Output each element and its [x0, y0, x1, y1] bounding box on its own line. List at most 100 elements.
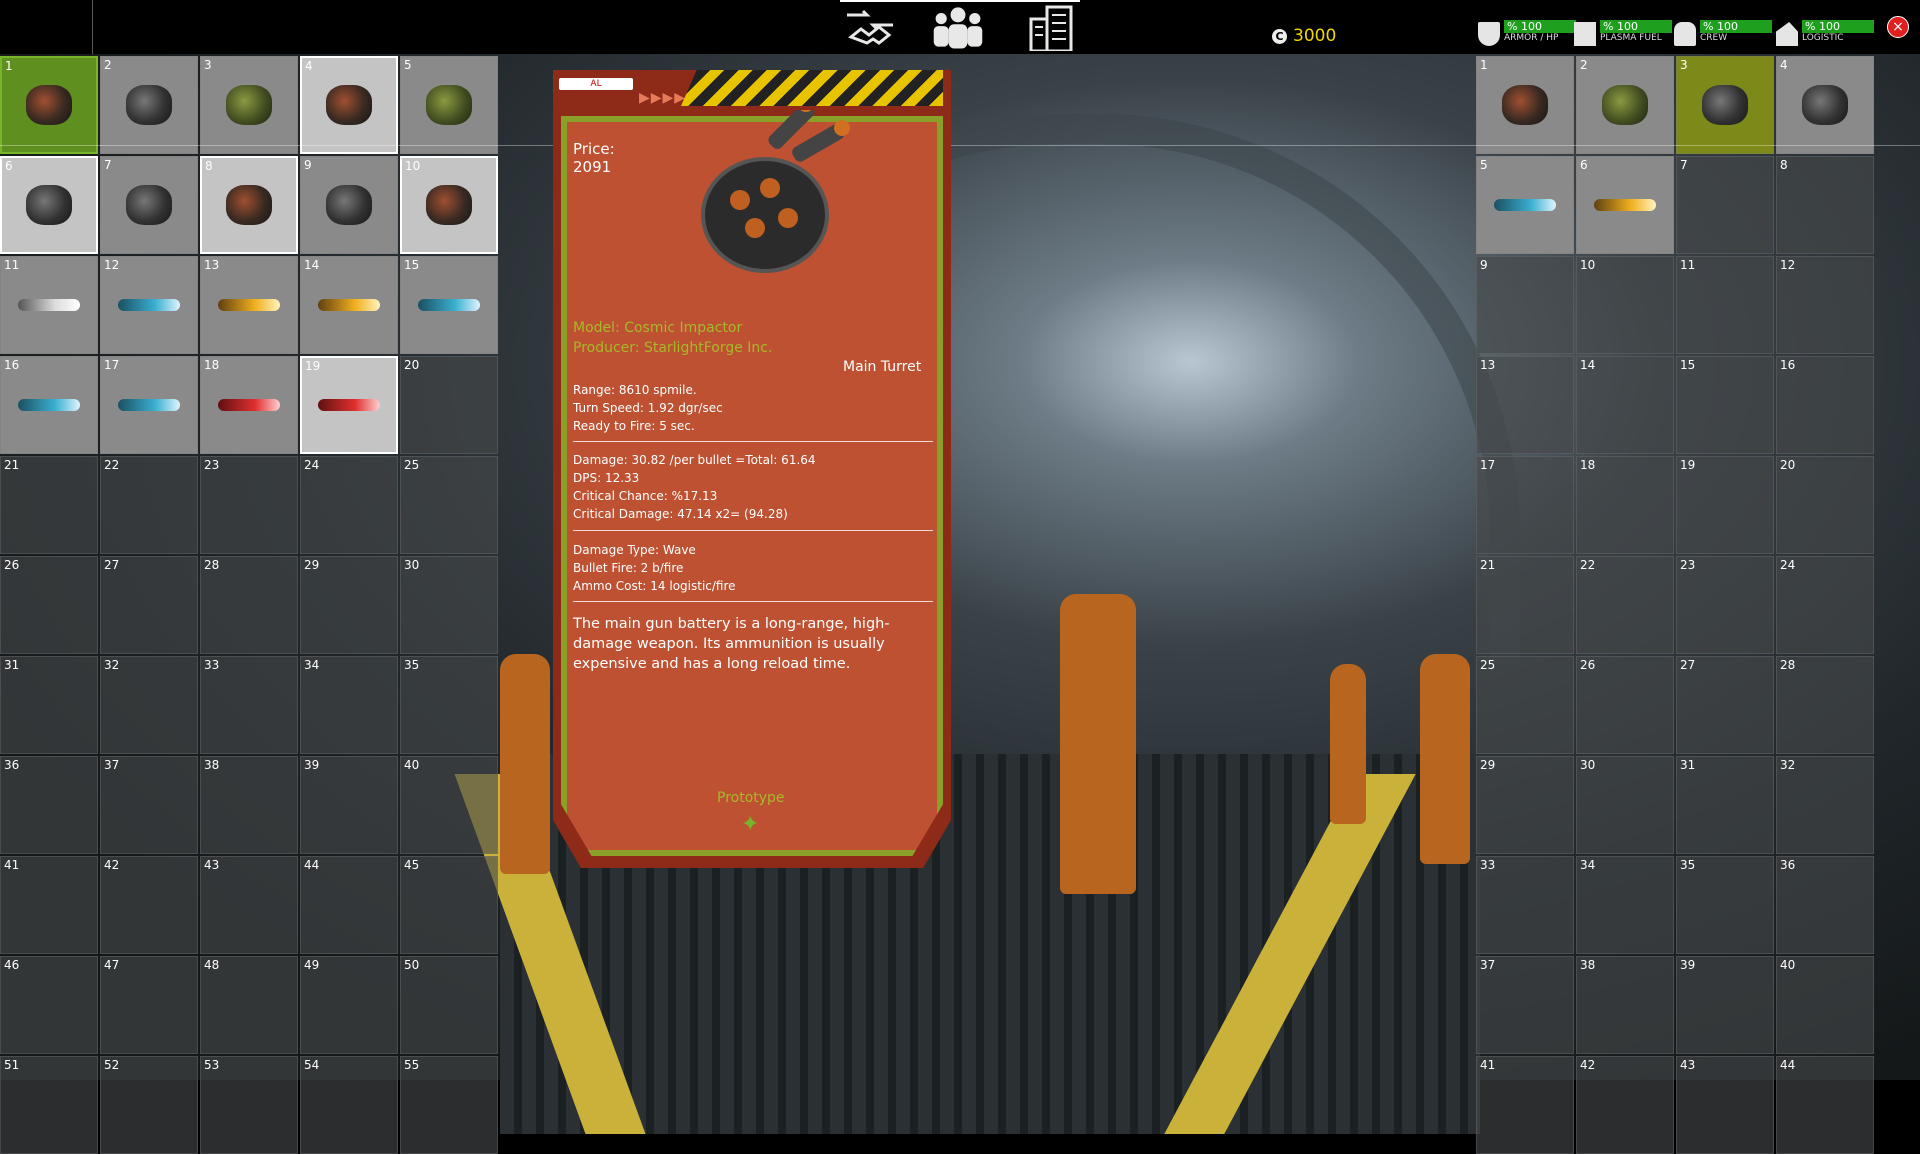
inventory-slot[interactable]: 41 [0, 856, 98, 954]
inventory-slot[interactable]: 1 [0, 56, 98, 154]
inventory-slot[interactable]: 16 [0, 356, 98, 454]
shop-slot[interactable]: 7 [1676, 156, 1774, 254]
shop-slot[interactable]: 9 [1476, 256, 1574, 354]
shop-slot[interactable]: 32 [1776, 756, 1874, 854]
shop-slot[interactable]: 43 [1676, 1056, 1774, 1154]
inventory-slot[interactable]: 46 [0, 956, 98, 1054]
inventory-slot[interactable]: 44 [300, 856, 398, 954]
inventory-slot[interactable]: 50 [400, 956, 498, 1054]
inventory-slot[interactable]: 9 [300, 156, 398, 254]
inventory-slot[interactable]: 27 [100, 556, 198, 654]
inventory-slot[interactable]: 5 [400, 56, 498, 154]
inventory-slot[interactable]: 43 [200, 856, 298, 954]
inventory-slot[interactable]: 35 [400, 656, 498, 754]
shop-slot[interactable]: 21 [1476, 556, 1574, 654]
buildings-icon[interactable] [1024, 4, 1080, 51]
shop-slot[interactable]: 25 [1476, 656, 1574, 754]
shop-slot[interactable]: 31 [1676, 756, 1774, 854]
inventory-slot[interactable]: 20 [400, 356, 498, 454]
inventory-slot[interactable]: 47 [100, 956, 198, 1054]
inventory-slot[interactable]: 21 [0, 456, 98, 554]
shop-slot[interactable]: 42 [1576, 1056, 1674, 1154]
inventory-slot[interactable]: 12 [100, 256, 198, 354]
inventory-slot[interactable]: 13 [200, 256, 298, 354]
inventory-slot[interactable]: 2 [100, 56, 198, 154]
shop-slot[interactable]: 27 [1676, 656, 1774, 754]
shop-slot[interactable]: 39 [1676, 956, 1774, 1054]
inventory-slot[interactable]: 33 [200, 656, 298, 754]
inventory-slot[interactable]: 37 [100, 756, 198, 854]
shop-slot[interactable]: 34 [1576, 856, 1674, 954]
inventory-slot[interactable]: 28 [200, 556, 298, 654]
shop-slot[interactable]: 44 [1776, 1056, 1874, 1154]
crew-icon[interactable] [930, 4, 986, 50]
shop-slot[interactable]: 12 [1776, 256, 1874, 354]
inventory-slot[interactable]: 25 [400, 456, 498, 554]
shop-slot[interactable]: 4 [1776, 56, 1874, 154]
shop-slot[interactable]: 35 [1676, 856, 1774, 954]
shop-slot[interactable]: 29 [1476, 756, 1574, 854]
inventory-slot[interactable]: 7 [100, 156, 198, 254]
inventory-slot[interactable]: 24 [300, 456, 398, 554]
inventory-slot[interactable]: 52 [100, 1056, 198, 1154]
inventory-slot[interactable]: 53 [200, 1056, 298, 1154]
shop-slot[interactable]: 24 [1776, 556, 1874, 654]
inventory-slot[interactable]: 38 [200, 756, 298, 854]
inventory-slot[interactable]: 51 [0, 1056, 98, 1154]
inventory-slot[interactable]: 22 [100, 456, 198, 554]
trade-icon[interactable] [842, 4, 898, 50]
inventory-slot[interactable]: 8 [200, 156, 298, 254]
shop-slot[interactable]: 36 [1776, 856, 1874, 954]
shop-slot[interactable]: 18 [1576, 456, 1674, 554]
inventory-slot[interactable]: 32 [100, 656, 198, 754]
shop-slot[interactable]: 5 [1476, 156, 1574, 254]
inventory-slot[interactable]: 55 [400, 1056, 498, 1154]
shop-slot[interactable]: 10 [1576, 256, 1674, 354]
shop-slot[interactable]: 28 [1776, 656, 1874, 754]
inventory-slot[interactable]: 45 [400, 856, 498, 954]
shop-slot[interactable]: 15 [1676, 356, 1774, 454]
inventory-slot[interactable]: 4 [300, 56, 398, 154]
inventory-slot[interactable]: 54 [300, 1056, 398, 1154]
shop-slot[interactable]: 16 [1776, 356, 1874, 454]
inventory-slot[interactable]: 23 [200, 456, 298, 554]
inventory-slot[interactable]: 26 [0, 556, 98, 654]
inventory-slot[interactable]: 10 [400, 156, 498, 254]
inventory-slot[interactable]: 15 [400, 256, 498, 354]
shop-slot[interactable]: 38 [1576, 956, 1674, 1054]
inventory-slot[interactable]: 11 [0, 256, 98, 354]
close-button[interactable]: × [1887, 16, 1909, 38]
inventory-slot[interactable]: 31 [0, 656, 98, 754]
shop-slot[interactable]: 33 [1476, 856, 1574, 954]
shop-slot[interactable]: 6 [1576, 156, 1674, 254]
inventory-slot[interactable]: 3 [200, 56, 298, 154]
shop-slot[interactable]: 41 [1476, 1056, 1574, 1154]
shop-slot[interactable]: 1 [1476, 56, 1574, 154]
inventory-slot[interactable]: 29 [300, 556, 398, 654]
inventory-slot[interactable]: 42 [100, 856, 198, 954]
inventory-slot[interactable]: 14 [300, 256, 398, 354]
shop-slot[interactable]: 37 [1476, 956, 1574, 1054]
shop-slot[interactable]: 3 [1676, 56, 1774, 154]
shop-slot[interactable]: 22 [1576, 556, 1674, 654]
shop-slot[interactable]: 30 [1576, 756, 1674, 854]
shop-slot[interactable]: 26 [1576, 656, 1674, 754]
inventory-slot[interactable]: 39 [300, 756, 398, 854]
inventory-slot[interactable]: 34 [300, 656, 398, 754]
shop-slot[interactable]: 8 [1776, 156, 1874, 254]
shop-slot[interactable]: 20 [1776, 456, 1874, 554]
inventory-slot[interactable]: 18 [200, 356, 298, 454]
inventory-slot[interactable]: 36 [0, 756, 98, 854]
shop-slot[interactable]: 2 [1576, 56, 1674, 154]
inventory-slot[interactable]: 49 [300, 956, 398, 1054]
shop-slot[interactable]: 40 [1776, 956, 1874, 1054]
inventory-slot[interactable]: 40 [400, 756, 498, 854]
shop-slot[interactable]: 19 [1676, 456, 1774, 554]
inventory-slot[interactable]: 6 [0, 156, 98, 254]
shop-slot[interactable]: 23 [1676, 556, 1774, 654]
shop-slot[interactable]: 11 [1676, 256, 1774, 354]
shop-slot[interactable]: 14 [1576, 356, 1674, 454]
inventory-slot[interactable]: 30 [400, 556, 498, 654]
inventory-slot[interactable]: 19 [300, 356, 398, 454]
shop-slot[interactable]: 17 [1476, 456, 1574, 554]
